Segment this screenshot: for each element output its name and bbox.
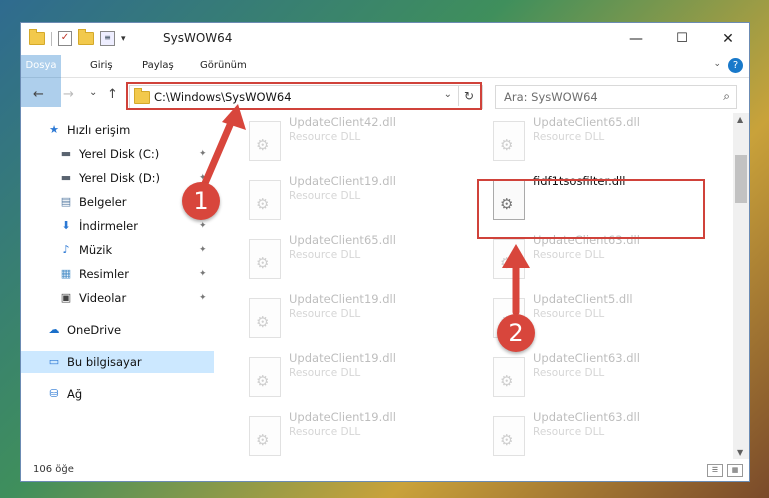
annotation-arrows — [199, 104, 530, 316]
arrow-2-head — [502, 244, 530, 268]
arrow-1-shaft — [199, 114, 237, 192]
step-1-badge: 1 — [182, 182, 220, 220]
arrow-1-head — [222, 104, 246, 130]
step-2-badge: 2 — [497, 314, 535, 352]
